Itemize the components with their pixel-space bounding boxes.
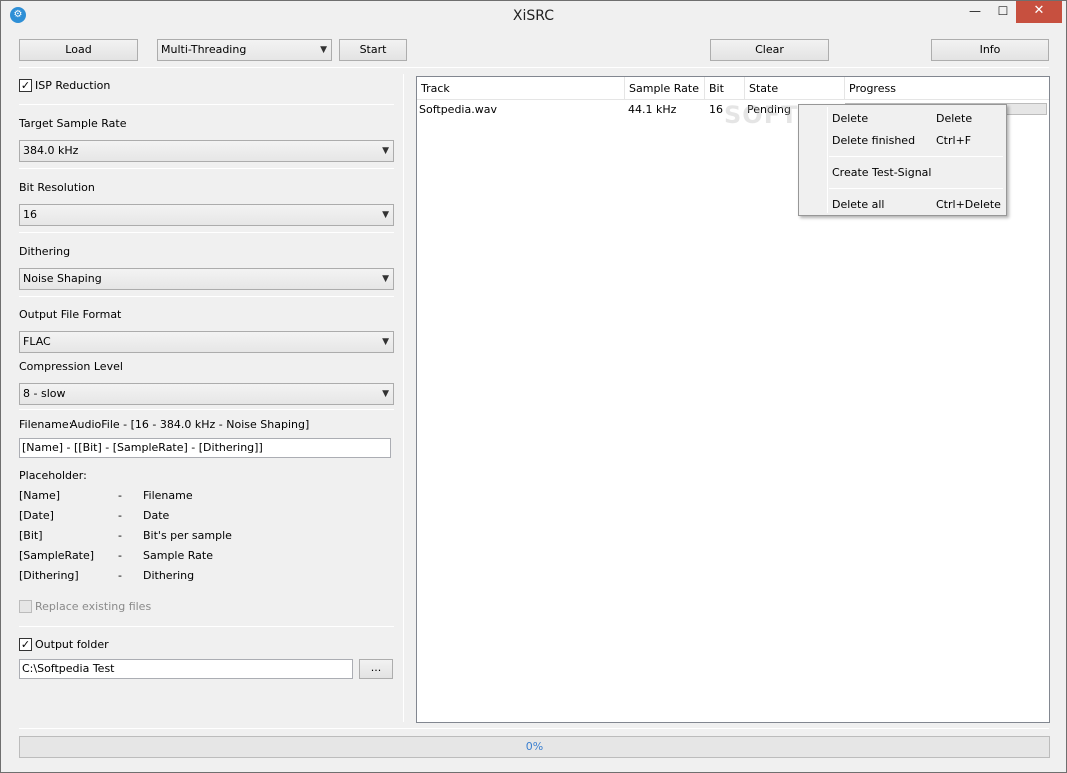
chevron-down-icon: ▼ — [320, 45, 327, 55]
menu-item-shortcut: Ctrl+Delete — [936, 198, 1001, 211]
replace-files-checkbox[interactable] — [19, 600, 32, 613]
context-menu: Delete Delete Delete finished Ctrl+F Cre… — [798, 104, 1007, 216]
menu-item-delete-finished[interactable]: Delete finished Ctrl+F — [799, 130, 1006, 152]
section-divider — [19, 296, 394, 297]
maximize-button[interactable]: ☐ — [989, 1, 1017, 23]
dithering-label: Dithering — [19, 245, 71, 258]
menu-item-delete-all[interactable]: Delete all Ctrl+Delete — [799, 194, 1006, 216]
bit-res-value: 16 — [23, 208, 37, 221]
column-header-track[interactable]: Track — [417, 77, 625, 100]
section-divider — [19, 626, 394, 627]
title-bar: ⚙ XiSRC — ☐ ✕ — [1, 1, 1066, 31]
compression-select[interactable]: 8 - slow ▼ — [19, 383, 394, 405]
output-folder-label: Output folder — [35, 638, 109, 651]
dithering-value: Noise Shaping — [23, 272, 102, 285]
isp-reduction-label: ISP Reduction — [35, 79, 111, 92]
target-rate-select[interactable]: 384.0 kHz ▼ — [19, 140, 394, 162]
close-button[interactable]: ✕ — [1016, 1, 1062, 23]
menu-item-label: Delete finished — [832, 134, 916, 147]
menu-item-shortcut: Ctrl+F — [936, 134, 972, 147]
panel-divider — [403, 74, 404, 722]
load-button[interactable]: Load — [19, 39, 138, 61]
placeholder-label: Placeholder: — [19, 469, 87, 482]
output-folder-input[interactable]: C:\Softpedia Test — [19, 659, 353, 679]
column-header-sample-rate[interactable]: Sample Rate — [625, 77, 705, 100]
window-title: XiSRC — [512, 8, 555, 24]
chevron-down-icon: ▼ — [382, 337, 389, 347]
info-button[interactable]: Info — [931, 39, 1049, 61]
placeholder-token: [Date] — [19, 509, 54, 522]
format-label: Output File Format — [19, 308, 122, 321]
progress-text: 0% — [525, 740, 544, 753]
format-select[interactable]: FLAC ▼ — [19, 331, 394, 353]
placeholder-token: [Dithering] — [19, 569, 79, 582]
status-divider — [19, 728, 1049, 729]
filename-preview: AudioFile - [16 - 384.0 kHz - Noise Shap… — [70, 418, 310, 431]
menu-item-label: Delete all — [832, 198, 885, 211]
menu-item-create-test-signal[interactable]: Create Test-Signal — [799, 162, 1006, 184]
format-value: FLAC — [23, 335, 51, 348]
placeholder-token: [Name] — [19, 489, 61, 502]
column-header-bit[interactable]: Bit — [705, 77, 745, 100]
column-header-progress[interactable]: Progress — [845, 77, 1049, 100]
compression-value: 8 - slow — [23, 387, 66, 400]
dithering-select[interactable]: Noise Shaping ▼ — [19, 268, 394, 290]
placeholder-dash: - — [118, 529, 122, 542]
column-header-state[interactable]: State — [745, 77, 845, 100]
menu-item-label: Delete — [832, 112, 869, 125]
menu-separator — [829, 156, 1003, 157]
isp-reduction-checkbox[interactable]: ✓ — [19, 79, 32, 92]
section-divider — [19, 409, 394, 410]
placeholder-token: [Bit] — [19, 529, 43, 542]
filename-pattern-input[interactable]: [Name] - [[Bit] - [SampleRate] - [Dither… — [19, 438, 391, 458]
section-divider — [19, 168, 394, 169]
placeholder-desc: Dithering — [143, 569, 195, 582]
placeholder-dash: - — [118, 549, 122, 562]
placeholder-dash: - — [118, 489, 122, 502]
menu-separator — [829, 188, 1003, 189]
placeholder-desc: Bit's per sample — [143, 529, 232, 542]
chevron-down-icon: ▼ — [382, 389, 389, 399]
placeholder-desc: Filename — [143, 489, 193, 502]
chevron-down-icon: ▼ — [382, 210, 389, 220]
browse-button[interactable]: ... — [359, 659, 393, 679]
chevron-down-icon: ▼ — [382, 274, 389, 284]
section-divider — [19, 232, 394, 233]
placeholder-token: [SampleRate] — [19, 549, 95, 562]
target-rate-label: Target Sample Rate — [19, 117, 127, 130]
app-window: ⚙ XiSRC — ☐ ✕ Load Multi-Threading ▼ Sta… — [0, 0, 1067, 773]
track-name-cell: Softpedia.wav — [419, 103, 497, 116]
overall-progress-bar: 0% — [19, 736, 1050, 758]
placeholder-dash: - — [118, 569, 122, 582]
bit-res-select[interactable]: 16 ▼ — [19, 204, 394, 226]
clear-button[interactable]: Clear — [710, 39, 829, 61]
output-folder-checkbox[interactable]: ✓ — [19, 638, 32, 651]
replace-files-label: Replace existing files — [35, 600, 152, 613]
menu-item-delete[interactable]: Delete Delete — [799, 108, 1006, 130]
placeholder-dash: - — [118, 509, 122, 522]
bit-res-label: Bit Resolution — [19, 181, 95, 194]
menu-item-label: Create Test-Signal — [832, 166, 932, 179]
bit-cell: 16 — [709, 103, 723, 116]
filename-label: Filename: — [19, 418, 73, 431]
placeholder-desc: Date — [143, 509, 170, 522]
minimize-button[interactable]: — — [961, 1, 989, 23]
compression-label: Compression Level — [19, 360, 123, 373]
start-button[interactable]: Start — [339, 39, 407, 61]
menu-item-shortcut: Delete — [936, 112, 973, 125]
target-rate-value: 384.0 kHz — [23, 144, 79, 157]
sample-rate-cell: 44.1 kHz — [628, 103, 677, 116]
section-divider — [19, 104, 394, 105]
threading-value: Multi-Threading — [161, 43, 247, 56]
toolbar-divider — [19, 67, 1049, 68]
track-list-header: Track Sample Rate Bit State Progress — [417, 77, 1049, 100]
placeholder-desc: Sample Rate — [143, 549, 213, 562]
chevron-down-icon: ▼ — [382, 146, 389, 156]
threading-select[interactable]: Multi-Threading ▼ — [157, 39, 332, 61]
